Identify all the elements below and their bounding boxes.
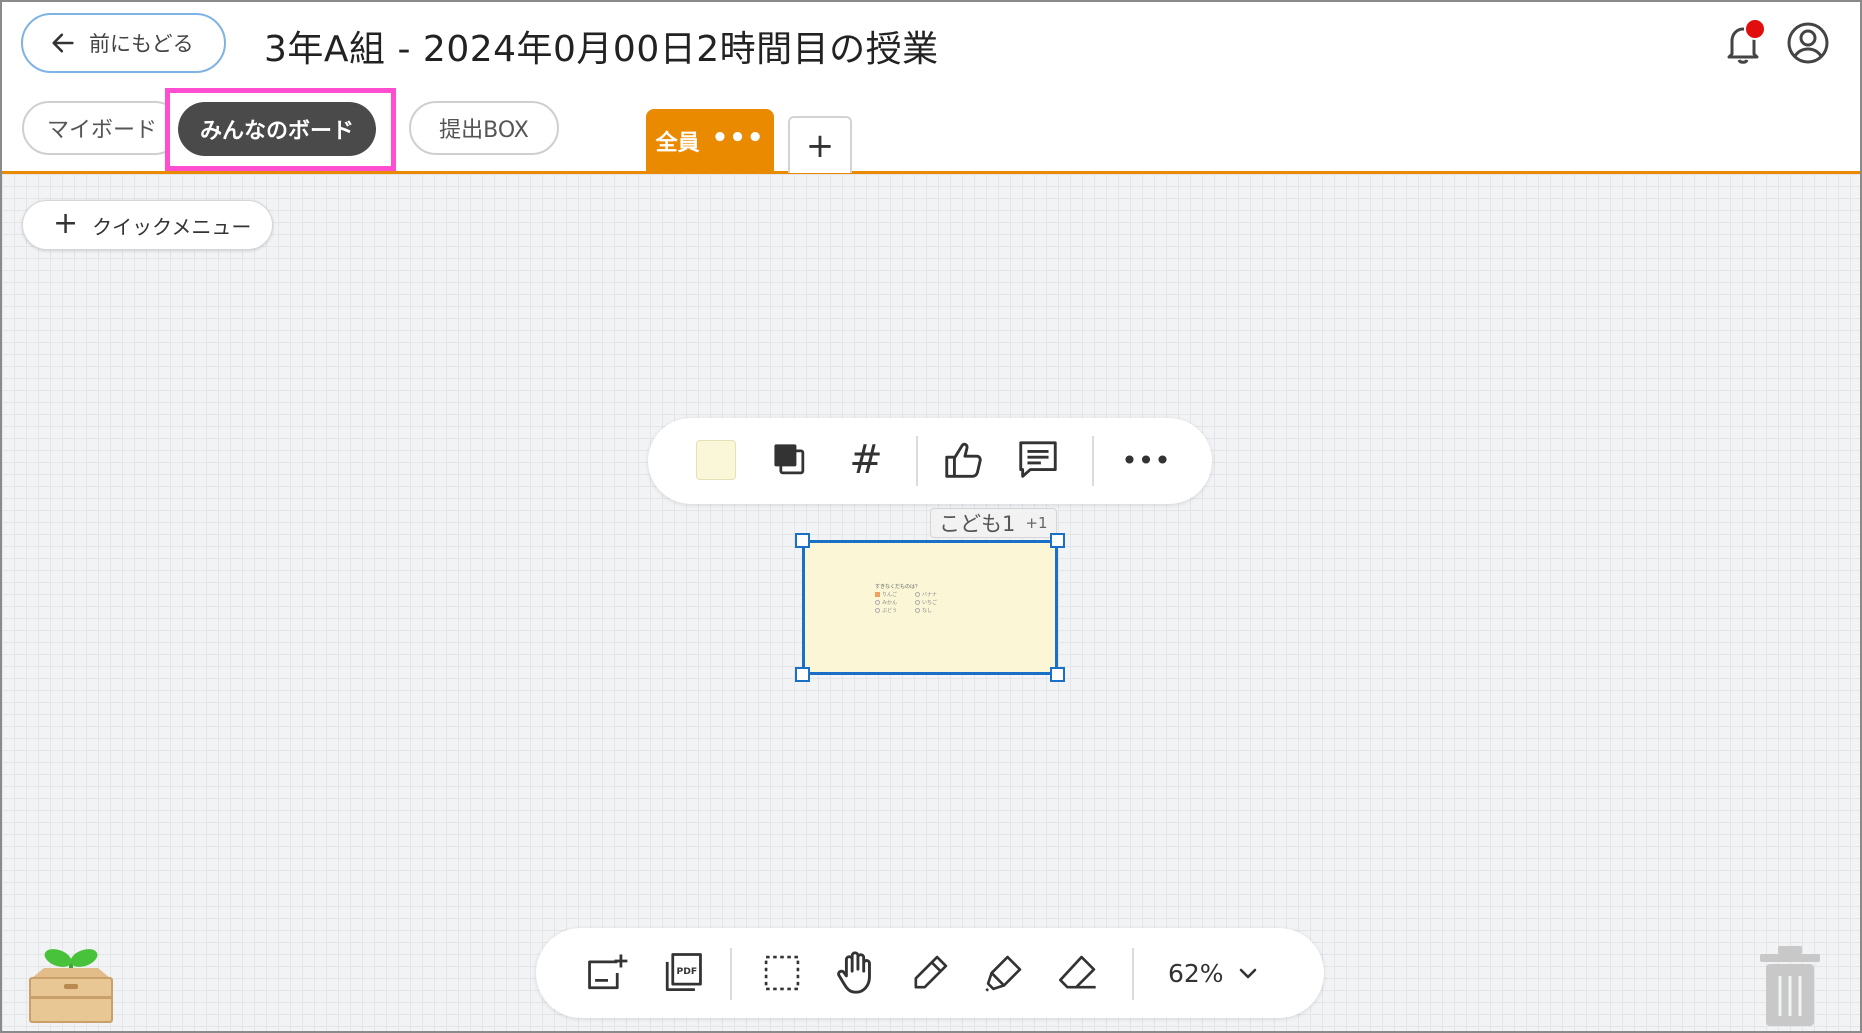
card-preview-option: りんご — [875, 591, 897, 599]
zoom-select[interactable]: 62% — [1168, 950, 1260, 996]
quick-menu-button[interactable]: + クイックメニュー — [22, 200, 273, 250]
pdf-icon: PDF — [665, 953, 702, 991]
card-preview-options-right: バナナ いちご なし — [915, 591, 937, 615]
add-card-button[interactable] — [582, 947, 634, 999]
chevron-down-icon — [1239, 968, 1256, 979]
hand-icon — [837, 951, 871, 994]
card-preview-question: すきなくだものは？ — [875, 584, 921, 590]
group-tab-label: 全員 — [655, 131, 700, 156]
hand-tool-button[interactable] — [830, 947, 882, 999]
add-group-tab-button[interactable]: + — [788, 116, 852, 173]
add-card-icon — [588, 954, 628, 990]
eraser-icon — [1058, 955, 1096, 989]
marker-icon — [985, 955, 1022, 992]
thumbs-up-icon — [945, 442, 982, 478]
select-tool-button[interactable] — [756, 947, 808, 999]
app-window: 前にもどる 3年A組 - 2024年0月00日2時間目の授業 マイボード みんな… — [0, 0, 1862, 1033]
toolbar-divider — [916, 436, 918, 486]
bottom-toolbar: PDF 62% — [536, 928, 1324, 1018]
tab-my-board[interactable]: マイボード — [22, 101, 182, 155]
layer-order-button[interactable] — [766, 436, 814, 484]
color-swatch-button[interactable] — [692, 436, 740, 484]
pdf-button[interactable]: PDF — [656, 947, 708, 999]
toolbar-divider — [1092, 436, 1094, 486]
pen-icon — [914, 955, 948, 989]
user-circle-icon — [1787, 22, 1829, 64]
plus-icon: + — [53, 205, 79, 241]
notification-badge — [1744, 18, 1766, 40]
quick-menu-label: クイックメニュー — [92, 214, 252, 239]
layer-order-icon — [774, 444, 805, 475]
card-owner-label: こども1 +1 — [930, 508, 1057, 538]
card-preview-option: みかん — [875, 599, 897, 607]
pen-tool-button[interactable] — [904, 947, 956, 999]
hashtag-icon[interactable]: # — [842, 436, 890, 484]
card-preview-option: なし — [915, 607, 937, 615]
card-owner-name: こども1 — [939, 512, 1016, 536]
card-toolbar: # ••• — [648, 418, 1212, 504]
group-tab-more-icon[interactable]: ••• — [712, 125, 765, 151]
board-canvas[interactable]: + クイックメニュー # ••• こども1 +1 すきなくだものは？ りんご み… — [2, 174, 1860, 1031]
trash-icon[interactable] — [1758, 944, 1822, 1028]
page-title: 3年A組 - 2024年0月00日2時間目の授業 — [264, 29, 939, 70]
color-swatch-icon — [696, 440, 736, 480]
radio-icon — [915, 600, 920, 605]
comment-button[interactable] — [1014, 436, 1062, 484]
card-owner-extra: +1 — [1025, 514, 1048, 532]
svg-text:PDF: PDF — [676, 966, 697, 977]
notification-button[interactable] — [1718, 18, 1768, 68]
sprout-box-icon[interactable] — [26, 944, 116, 1026]
resize-handle-bottom-right[interactable] — [1050, 667, 1065, 682]
zoom-value: 62% — [1168, 958, 1224, 988]
radio-icon — [915, 592, 920, 597]
resize-handle-top-right[interactable] — [1050, 533, 1065, 548]
selected-card[interactable]: すきなくだものは？ りんご みかん ぶどう バナナ いちご なし — [795, 533, 1065, 682]
radio-icon — [915, 608, 920, 613]
comment-icon — [1019, 441, 1057, 478]
tab-everyone-board[interactable]: みんなのボード — [178, 102, 376, 156]
group-tab-everyone[interactable]: 全員 ••• — [646, 109, 774, 173]
checked-box-icon — [875, 592, 880, 597]
more-icon[interactable]: ••• — [1121, 436, 1171, 484]
card-preview-option: バナナ — [915, 591, 937, 599]
arrow-left-icon — [52, 33, 74, 53]
card-preview-options-left: りんご みかん ぶどう — [875, 591, 897, 615]
resize-handle-bottom-left[interactable] — [795, 667, 810, 682]
resize-handle-top-left[interactable] — [795, 533, 810, 548]
like-button[interactable] — [940, 436, 988, 484]
back-button-label: 前にもどる — [89, 32, 194, 56]
radio-icon — [875, 600, 880, 605]
toolbar-divider — [1132, 948, 1134, 1000]
card-preview-option: ぶどう — [875, 607, 897, 615]
eraser-tool-button[interactable] — [1052, 947, 1104, 999]
header: 前にもどる 3年A組 - 2024年0月00日2時間目の授業 マイボード みんな… — [2, 2, 1860, 174]
marker-tool-button[interactable] — [978, 947, 1030, 999]
toolbar-divider — [730, 948, 732, 1000]
account-button[interactable] — [1784, 19, 1832, 67]
card-preview-option: いちご — [915, 599, 937, 607]
back-button[interactable]: 前にもどる — [21, 13, 226, 73]
tab-submit-box[interactable]: 提出BOX — [409, 101, 559, 155]
select-icon — [764, 955, 800, 991]
radio-icon — [875, 608, 880, 613]
